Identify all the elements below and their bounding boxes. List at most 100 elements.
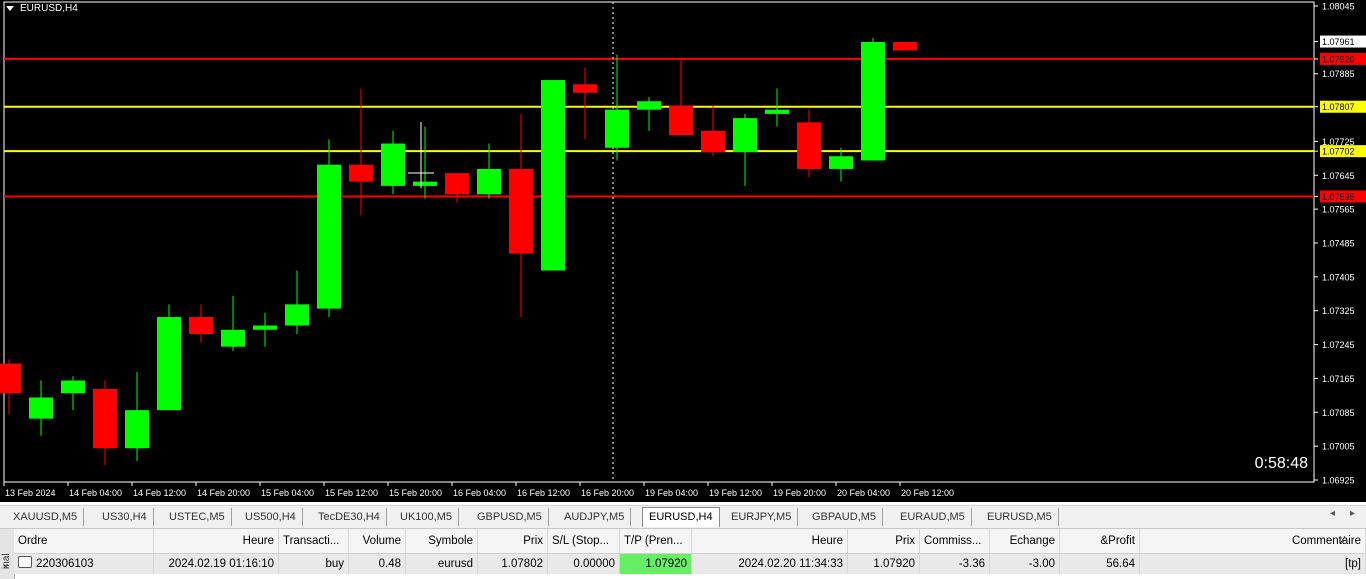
column-header[interactable]: Symbole: [406, 529, 478, 553]
column-header[interactable]: &Profit: [1060, 529, 1140, 553]
price-label: 1.07702: [1322, 147, 1355, 157]
candle[interactable]: [157, 317, 181, 411]
tab-ustec-m5[interactable]: USTEC,M5: [163, 508, 232, 526]
price-label: 1.07085: [1322, 408, 1355, 418]
candle[interactable]: [605, 109, 629, 148]
time-label: 15 Feb 20:00: [389, 488, 442, 498]
time-label: 16 Feb 20:00: [581, 488, 634, 498]
table-cell: 220306103: [14, 554, 154, 574]
candle[interactable]: [509, 168, 533, 254]
price-label: 1.08045: [1322, 2, 1355, 12]
table-row[interactable]: 220306103 2024.02.19 01:16:10 buy 0.48 eurus…: [14, 554, 1366, 574]
plot-frame: [3, 1, 1315, 483]
candle[interactable]: [29, 397, 53, 419]
candle[interactable]: [797, 122, 821, 169]
tab-eurjpy-m5[interactable]: EURJPY,M5: [725, 508, 799, 526]
candle[interactable]: [669, 105, 693, 136]
table-cell: eurusd: [406, 554, 478, 574]
column-header[interactable]: Commiss...: [920, 529, 990, 553]
table-cell: 56.64: [1060, 554, 1140, 574]
column-header[interactable]: T/P (Pren...: [620, 529, 692, 553]
column-header[interactable]: Echange: [990, 529, 1060, 553]
candle[interactable]: [893, 41, 917, 51]
time-label: 16 Feb 12:00: [517, 488, 570, 498]
terminal-panel: × inal Ordre Heure Transacti... Volume Symbo…: [0, 529, 1366, 579]
bar-countdown: 0:58:48: [1254, 455, 1308, 472]
candle[interactable]: [541, 80, 565, 271]
tab-us500-h4[interactable]: US500,H4: [239, 508, 303, 526]
caret-down-icon[interactable]: [6, 6, 14, 11]
price-label: 1.07595: [1322, 192, 1355, 202]
price-chart[interactable]: 1.08045 1.07961 1.07920 1.07885 1.07807 1.077…: [0, 0, 1366, 502]
time-label: 14 Feb 20:00: [197, 488, 250, 498]
table-cell: 2024.02.20 11:34:33: [692, 554, 848, 574]
candle[interactable]: [93, 389, 117, 449]
candle[interactable]: [765, 109, 789, 114]
table-cell: [tp]: [1140, 554, 1366, 574]
table-cell: 0.48: [349, 554, 406, 574]
tab-audjpy-m5[interactable]: AUDJPY,M5: [558, 508, 632, 526]
tab-gbpaud-m5[interactable]: GBPAUD,M5: [806, 508, 883, 526]
tab-xauusd-m5[interactable]: XAUUSD,M5: [7, 508, 85, 526]
history-table-header: Ordre Heure Transacti... Volume Symbole Prix S…: [14, 529, 1366, 554]
tab-gbpusd-m5[interactable]: GBPUSD,M5: [471, 508, 549, 526]
candle[interactable]: [829, 156, 853, 169]
price-label: 1.07405: [1322, 272, 1355, 282]
tab-uk100-m5[interactable]: UK100,M5: [394, 508, 459, 526]
candle[interactable]: [637, 101, 661, 110]
candle[interactable]: [413, 181, 437, 186]
time-label: 19 Feb 04:00: [645, 488, 698, 498]
scroll-left-icon[interactable]: ◂: [1330, 508, 1335, 519]
column-header[interactable]: S/L (Stop...: [548, 529, 620, 553]
candle[interactable]: [221, 329, 245, 347]
table-cell: 1.07920: [620, 554, 692, 574]
column-header[interactable]: Heure: [154, 529, 279, 553]
column-header[interactable]: Ordre: [14, 529, 154, 553]
candle[interactable]: [381, 143, 405, 186]
candle[interactable]: [861, 41, 885, 161]
column-header[interactable]: Commentaire: [1140, 529, 1366, 553]
terminal-side-strip: × inal: [0, 529, 15, 579]
order-id: 220306103: [36, 558, 94, 570]
chart-area[interactable]: 1.08045 1.07961 1.07920 1.07885 1.07807 1.077…: [0, 0, 1366, 502]
tab-us30-h4[interactable]: US30,H4: [96, 508, 154, 526]
terminal-side-label: inal: [1, 553, 12, 569]
candle[interactable]: [733, 118, 757, 153]
candle[interactable]: [573, 84, 597, 93]
candle[interactable]: [349, 164, 373, 182]
tab-eurusd-h4[interactable]: EURUSD,H4: [642, 507, 720, 527]
candle[interactable]: [701, 130, 725, 153]
price-label: 1.07645: [1322, 171, 1355, 181]
price-label: 1.07485: [1322, 239, 1355, 249]
scroll-right-icon[interactable]: ▸: [1350, 508, 1355, 519]
time-label: 15 Feb 12:00: [325, 488, 378, 498]
chart-symbol-label: EURUSD,H4: [6, 3, 78, 14]
candle[interactable]: [189, 317, 213, 334]
candle[interactable]: [0, 363, 21, 394]
tab-euraud-m5[interactable]: EURAUD,M5: [894, 508, 972, 526]
candle[interactable]: [477, 168, 501, 195]
candle[interactable]: [285, 304, 309, 326]
price-label: 1.07165: [1322, 374, 1355, 384]
candle[interactable]: [125, 410, 149, 449]
sort-arrow-icon: ∕: [1342, 535, 1344, 547]
table-cell: buy: [279, 554, 349, 574]
column-header[interactable]: Prix: [848, 529, 920, 553]
tab-eurusd-m5[interactable]: EURUSD,M5: [981, 508, 1059, 526]
price-label: 1.06925: [1322, 476, 1355, 486]
time-label: 19 Feb 12:00: [709, 488, 762, 498]
tab-tecde30-h4[interactable]: TecDE30,H4: [312, 508, 387, 526]
price-label: 1.07005: [1322, 442, 1355, 452]
price-label: 1.07325: [1322, 306, 1355, 316]
column-header[interactable]: Transacti...: [279, 529, 349, 553]
price-label: 1.07961: [1322, 37, 1355, 47]
column-header[interactable]: Prix: [478, 529, 548, 553]
candle[interactable]: [253, 325, 277, 330]
candle[interactable]: [445, 173, 469, 195]
time-label: 20 Feb 12:00: [901, 488, 954, 498]
time-label: 16 Feb 04:00: [453, 488, 506, 498]
candle[interactable]: [317, 164, 341, 309]
candle[interactable]: [61, 380, 85, 394]
column-header[interactable]: Volume: [349, 529, 406, 553]
column-header[interactable]: Heure: [692, 529, 848, 553]
